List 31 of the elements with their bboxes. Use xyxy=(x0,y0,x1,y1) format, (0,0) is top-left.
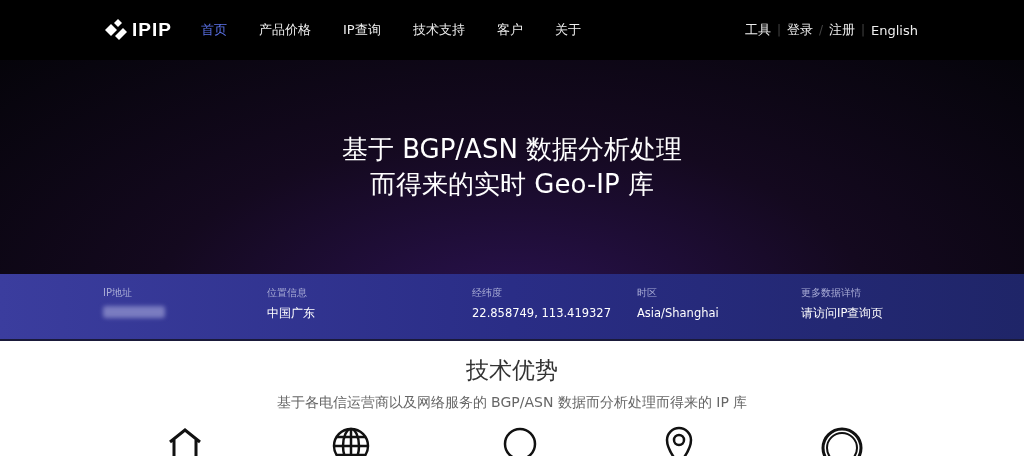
nav-link[interactable]: IP查询 xyxy=(343,21,381,39)
info-value: 中国广东 xyxy=(267,306,315,321)
nav-link[interactable]: 关于 xyxy=(554,21,581,39)
separator: | xyxy=(861,23,866,37)
nav-link[interactable]: 客户 xyxy=(496,21,523,39)
nav-link[interactable]: English xyxy=(871,22,918,38)
nav-link[interactable]: 工具 xyxy=(744,21,771,39)
info-label: IP地址 xyxy=(103,286,133,300)
house-icon xyxy=(167,426,203,456)
section-title: 技术优势 xyxy=(466,356,558,385)
info-label: 经纬度 xyxy=(472,286,503,300)
logo-text[interactable]: IPIP xyxy=(132,19,172,41)
blurred-ip-value xyxy=(103,306,165,318)
info-value: 22.858749, 113.419327 xyxy=(472,306,611,320)
info-value: Asia/Shanghai xyxy=(637,306,719,320)
separator: | xyxy=(776,23,781,37)
info-label: 位置信息 xyxy=(267,286,308,300)
nav-link[interactable]: 首页 xyxy=(201,21,227,39)
separator: / xyxy=(818,23,823,37)
nav-link[interactable]: 技术支持 xyxy=(412,21,465,39)
hero-headline: 基于 BGP/ASN 数据分析处理 而得来的实时 Geo-IP 库 xyxy=(341,133,683,201)
globe-icon xyxy=(331,426,371,456)
nav-link[interactable]: 登录 xyxy=(786,21,813,39)
info-label: 时区 xyxy=(637,286,658,300)
info-link[interactable]: 请访问IP查询页 xyxy=(801,306,884,321)
location-pin-icon xyxy=(663,426,695,456)
nav-link[interactable]: 产品价格 xyxy=(259,21,311,39)
info-label: 更多数据详情 xyxy=(801,286,862,300)
logo-icon[interactable] xyxy=(103,19,129,41)
section-subtitle: 基于各电信运营商以及网络服务的 BGP/ASN 数据而分析处理而得来的 IP 库 xyxy=(276,394,748,412)
nav-link[interactable]: 注册 xyxy=(829,21,855,39)
